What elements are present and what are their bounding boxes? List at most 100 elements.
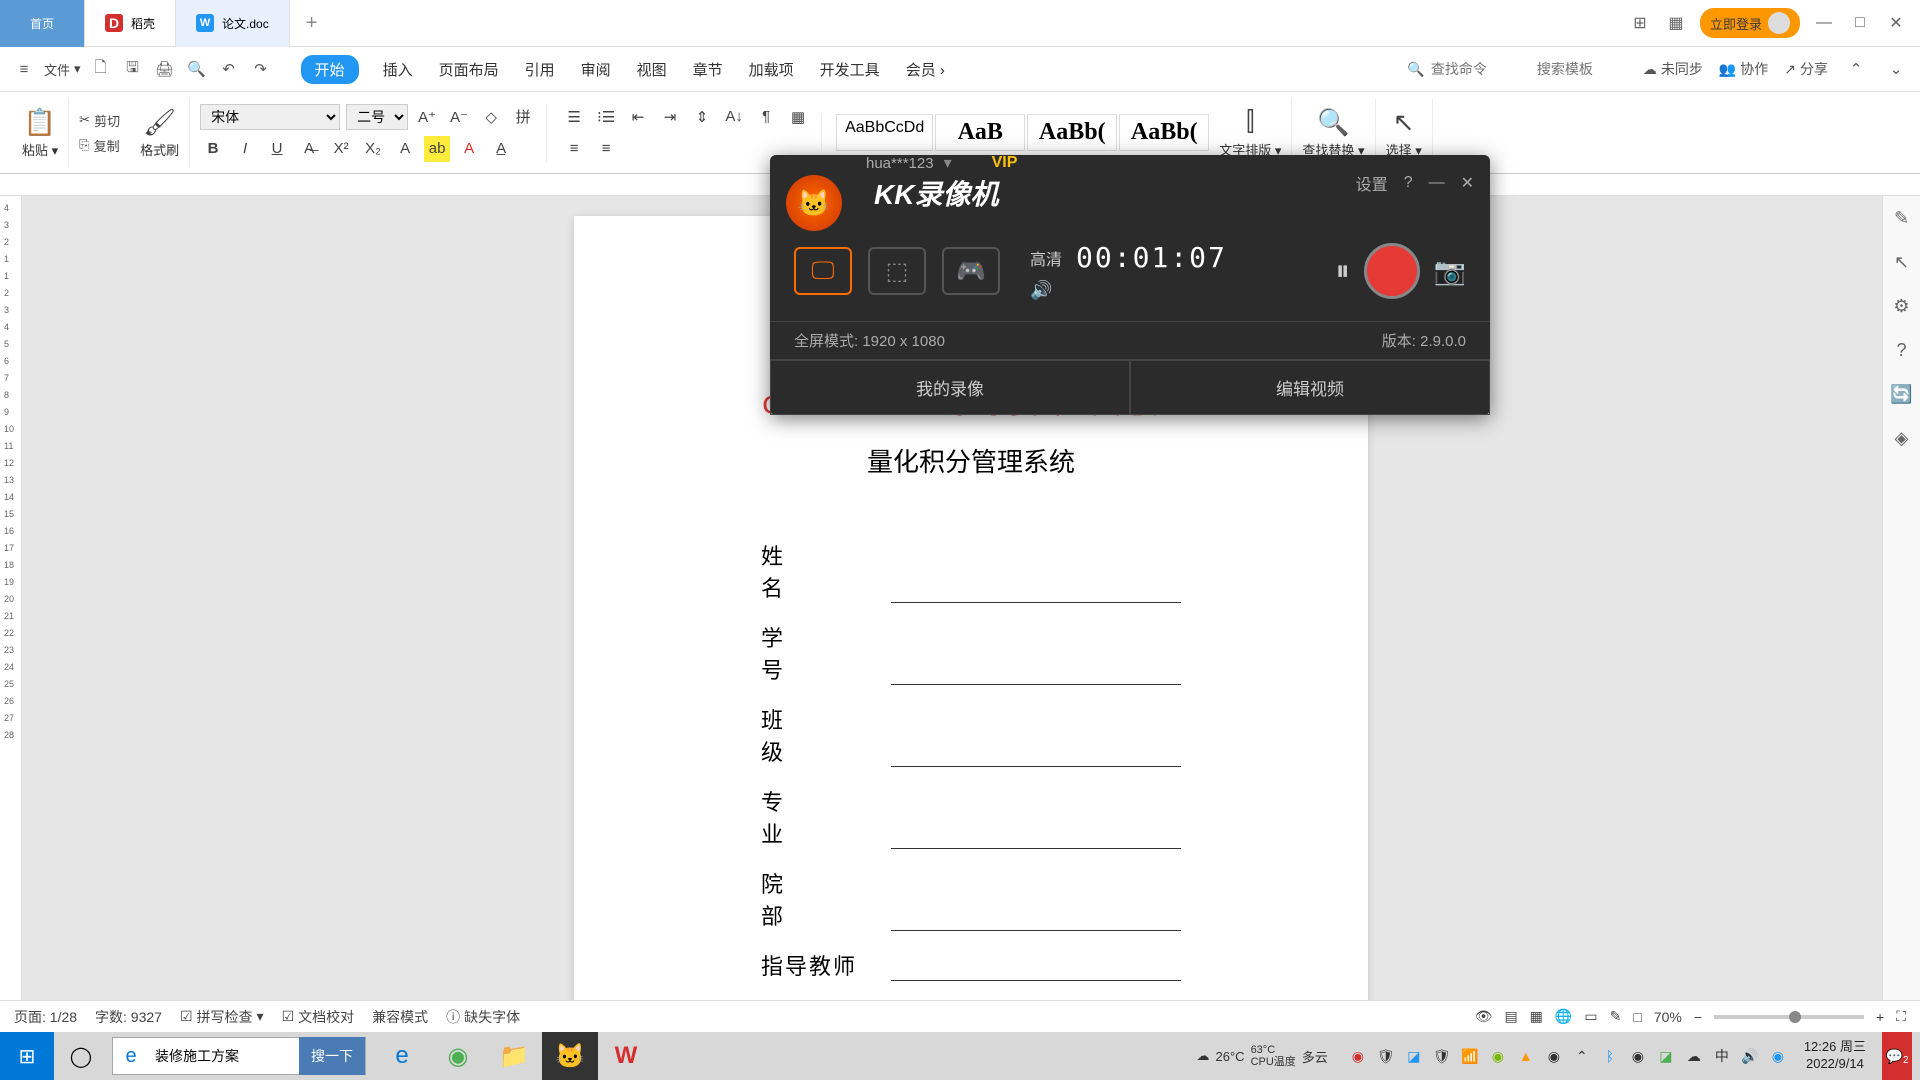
taskbar-search-input[interactable] bbox=[149, 1048, 299, 1064]
translate-icon[interactable]: 🔄 bbox=[1890, 382, 1914, 406]
tray-app1-icon[interactable]: ◉ bbox=[1348, 1046, 1368, 1066]
menu-review[interactable]: 审阅 bbox=[579, 55, 613, 84]
kk-quality-label[interactable]: 高清 bbox=[1030, 246, 1062, 270]
kk-camera-icon[interactable]: 📷 bbox=[1434, 256, 1466, 287]
size-select[interactable]: 二号 bbox=[346, 104, 408, 130]
italic-icon[interactable]: I bbox=[232, 136, 258, 162]
indent-dec-icon[interactable]: ⇤ bbox=[625, 104, 651, 130]
numbering-icon[interactable]: ⁝☰ bbox=[593, 104, 619, 130]
menu-sections[interactable]: 章节 bbox=[691, 55, 725, 84]
template-search-input[interactable] bbox=[1537, 61, 1627, 77]
indent-inc-icon[interactable]: ⇥ bbox=[657, 104, 683, 130]
help-icon[interactable]: ? bbox=[1890, 338, 1914, 362]
copy-button[interactable]: ⎘ 复制 bbox=[79, 136, 120, 155]
bullets-icon[interactable]: ☰ bbox=[561, 104, 587, 130]
notification-badge[interactable]: 💬2 bbox=[1882, 1032, 1912, 1080]
tray-volume-icon[interactable]: 🔊 bbox=[1740, 1046, 1760, 1066]
kk-mode-screen[interactable]: 🖵 bbox=[794, 247, 852, 295]
style-normal[interactable]: AaBbCcDd bbox=[836, 114, 933, 151]
paste-icon[interactable]: 📋 bbox=[24, 107, 56, 138]
kk-help-icon[interactable]: ? bbox=[1404, 174, 1413, 192]
compat-mode[interactable]: 兼容模式 bbox=[372, 1007, 428, 1027]
login-button[interactable]: 立即登录 bbox=[1700, 8, 1800, 38]
save-icon[interactable]: 🖫 bbox=[121, 57, 145, 81]
zoom-out-icon[interactable]: − bbox=[1694, 1009, 1702, 1025]
font-select[interactable]: 宋体 bbox=[200, 104, 340, 130]
format-painter-icon[interactable]: 🖌 bbox=[143, 107, 176, 138]
kk-sound-icon[interactable]: 🔊 bbox=[1030, 280, 1227, 301]
kk-minimize-icon[interactable]: — bbox=[1429, 174, 1445, 192]
sync-status[interactable]: ☁ 未同步 bbox=[1643, 59, 1703, 79]
tab-document[interactable]: W论文.doc bbox=[176, 0, 290, 47]
tray-app4-icon[interactable]: 🛡 bbox=[1432, 1046, 1452, 1066]
kk-record-button[interactable] bbox=[1364, 243, 1420, 299]
zoom-slider[interactable] bbox=[1714, 1015, 1864, 1019]
page-indicator[interactable]: 页面: 1/28 bbox=[14, 1007, 77, 1027]
showmarks-icon[interactable]: ¶ bbox=[753, 104, 779, 130]
collapse-down-icon[interactable]: ⌄ bbox=[1884, 57, 1908, 81]
ink-icon[interactable]: ✎ bbox=[1610, 1008, 1622, 1025]
view-outline-icon[interactable]: ▦ bbox=[1530, 1008, 1543, 1025]
decrease-font-icon[interactable]: A⁻ bbox=[446, 104, 472, 130]
highlight-icon[interactable]: ab bbox=[424, 136, 450, 162]
zoom-level[interactable]: 70% bbox=[1654, 1009, 1682, 1025]
maximize-button[interactable]: □ bbox=[1848, 11, 1872, 35]
preview-icon[interactable]: 🔍 bbox=[185, 57, 209, 81]
template-search[interactable] bbox=[1537, 61, 1627, 77]
tray-app3-icon[interactable]: ◪ bbox=[1404, 1046, 1424, 1066]
view-read-icon[interactable]: ▭ bbox=[1584, 1008, 1597, 1025]
tray-app9-icon[interactable]: ◉ bbox=[1768, 1046, 1788, 1066]
tab-home[interactable]: 首页 bbox=[0, 0, 85, 47]
spellcheck-toggle[interactable]: ☑ 拼写检查 ▾ bbox=[180, 1007, 264, 1027]
kk-my-recordings-button[interactable]: 我的录像 bbox=[770, 360, 1130, 415]
kk-header[interactable]: 🐱 hua***123 ▾ VIP KK录像机 设置 ? — ✕ bbox=[770, 155, 1490, 211]
browser360-icon[interactable]: ◉ bbox=[430, 1032, 486, 1080]
subscript-icon[interactable]: X₂ bbox=[360, 136, 386, 162]
start-button[interactable]: ⊞ bbox=[0, 1032, 54, 1080]
tray-onedrive-icon[interactable]: ☁ bbox=[1684, 1046, 1704, 1066]
tab-docer[interactable]: D稻壳 bbox=[85, 0, 176, 47]
layout-icon[interactable]: ⊞ bbox=[1628, 11, 1652, 35]
fullscreen-icon[interactable]: ⛶ bbox=[1896, 1008, 1906, 1025]
taskbar-search-button[interactable]: 搜一下 bbox=[299, 1037, 365, 1075]
taskbar-clock[interactable]: 12:26 周三 2022/9/14 bbox=[1804, 1039, 1866, 1073]
command-search[interactable]: 🔍 bbox=[1407, 61, 1520, 78]
pen-icon[interactable]: ✎ bbox=[1890, 206, 1914, 230]
menu-references[interactable]: 引用 bbox=[523, 55, 557, 84]
border-icon[interactable]: ▦ bbox=[785, 104, 811, 130]
bold-icon[interactable]: B bbox=[200, 136, 226, 162]
clear-format-icon[interactable]: ◇ bbox=[478, 104, 504, 130]
align-left-icon[interactable]: ≡ bbox=[561, 136, 587, 162]
menu-member[interactable]: 会员 › bbox=[904, 55, 947, 84]
zoom-in-icon[interactable]: + bbox=[1876, 1009, 1884, 1025]
underline-icon[interactable]: U bbox=[264, 136, 290, 162]
tray-app5-icon[interactable]: ▲ bbox=[1516, 1046, 1536, 1066]
undo-icon[interactable]: ↶ bbox=[217, 57, 241, 81]
weather-widget[interactable]: ☁ 26°C 63°CCPU温度 多云 bbox=[1197, 1044, 1328, 1068]
explorer-icon[interactable]: 📁 bbox=[486, 1032, 542, 1080]
kk-edit-video-button[interactable]: 编辑视频 bbox=[1130, 360, 1490, 415]
kk-close-icon[interactable]: ✕ bbox=[1461, 173, 1474, 193]
kk-recorder-window[interactable]: 🐱 hua***123 ▾ VIP KK录像机 设置 ? — ✕ 🖵 ⬚ 🎮 高… bbox=[770, 155, 1490, 415]
tray-app8-icon[interactable]: ◪ bbox=[1656, 1046, 1676, 1066]
tray-bluetooth-icon[interactable]: ᛒ bbox=[1600, 1046, 1620, 1066]
tray-app2-icon[interactable]: 🛡 bbox=[1376, 1046, 1396, 1066]
format-painter-label[interactable]: 格式刷 bbox=[140, 140, 179, 159]
text-effect-icon[interactable]: A bbox=[392, 136, 418, 162]
close-button[interactable]: ✕ bbox=[1884, 11, 1908, 35]
redo-icon[interactable]: ↷ bbox=[249, 57, 273, 81]
kk-settings-button[interactable]: 设置 bbox=[1356, 171, 1388, 195]
align-center-icon[interactable]: ≡ bbox=[593, 136, 619, 162]
word-count[interactable]: 字数: 9327 bbox=[95, 1007, 162, 1027]
sliders-icon[interactable]: ⚙ bbox=[1890, 294, 1914, 318]
menu-layout[interactable]: 页面布局 bbox=[437, 55, 501, 84]
cortana-icon[interactable]: ◯ bbox=[54, 1032, 108, 1080]
kk-mode-game[interactable]: 🎮 bbox=[942, 247, 1000, 295]
view-web-icon[interactable]: 🌐 bbox=[1555, 1008, 1572, 1025]
coop-button[interactable]: 👥 协作 bbox=[1719, 59, 1768, 79]
menu-insert[interactable]: 插入 bbox=[381, 55, 415, 84]
tray-nvidia-icon[interactable]: ◉ bbox=[1488, 1046, 1508, 1066]
missing-font[interactable]: ⓘ 缺失字体 bbox=[446, 1007, 520, 1027]
edge-icon[interactable]: e bbox=[374, 1032, 430, 1080]
file-menu[interactable]: 文件 ▾ bbox=[44, 60, 81, 79]
